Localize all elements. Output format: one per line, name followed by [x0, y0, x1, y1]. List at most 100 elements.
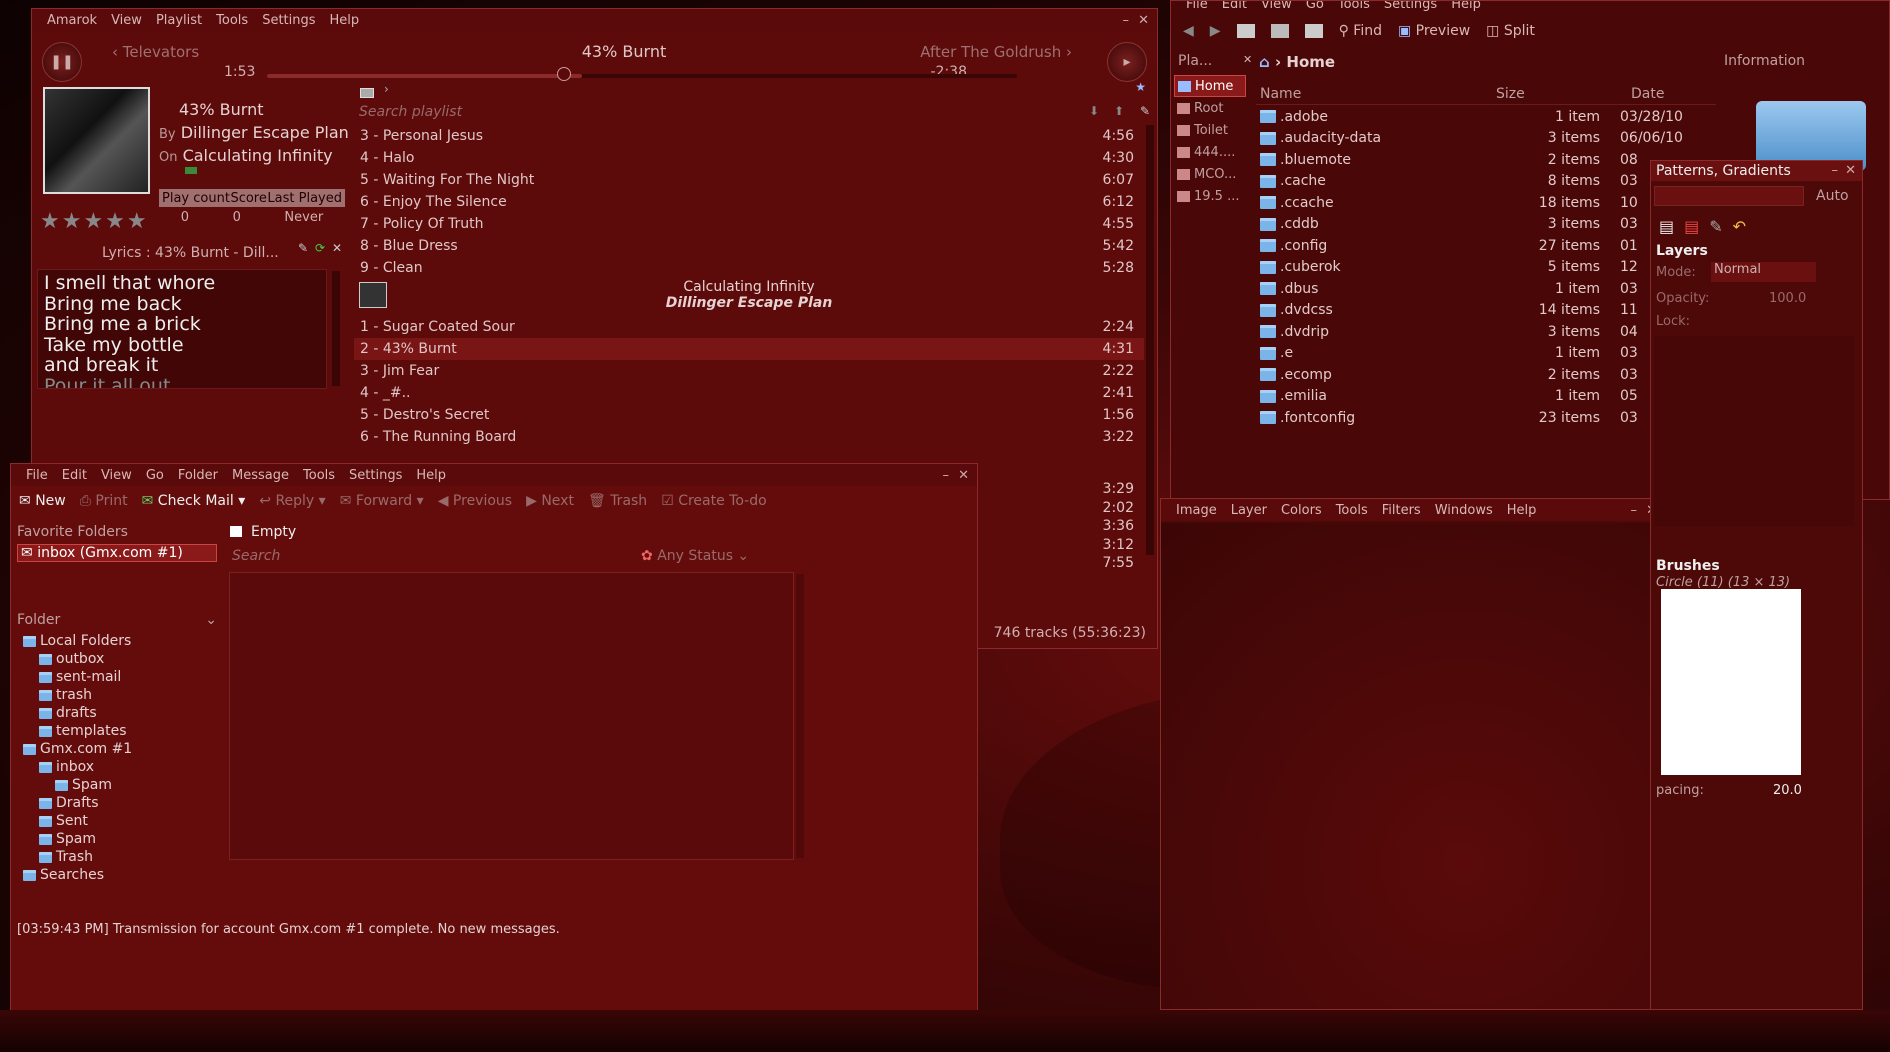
folder-tree-item[interactable]: Spam [17, 776, 217, 794]
image-select[interactable] [1654, 186, 1804, 206]
message-search-input[interactable]: Search [229, 548, 634, 568]
breadcrumb[interactable]: ⌂ › Home [1259, 53, 1335, 71]
brush-grid[interactable] [1661, 589, 1801, 775]
menu-view[interactable]: View [104, 13, 149, 28]
folder-tree-item[interactable]: Local Folders [17, 632, 217, 650]
back-icon[interactable]: ◀ [1183, 23, 1194, 39]
split-button[interactable]: ◫ Split [1486, 23, 1535, 39]
folder-tree-item[interactable]: Gmx.com #1 [17, 740, 217, 758]
folder-tree-item[interactable]: Drafts [17, 794, 217, 812]
fm-menu-file[interactable]: File [1179, 1, 1215, 12]
paths-tab-icon[interactable]: ✎ [1709, 217, 1722, 236]
menu-help[interactable]: Help [323, 13, 367, 28]
edit-icon[interactable]: ✎ [298, 241, 308, 255]
find-button[interactable]: ⚲ Find [1339, 23, 1382, 39]
playlist-row[interactable]: 3 - Personal Jesus 4:56 [354, 125, 1144, 147]
playlist-row[interactable]: 5 - Destro's Secret 1:56 [354, 404, 1144, 426]
reply-button[interactable]: ↩ Reply ▾ [259, 493, 325, 509]
play-pause-button[interactable]: ❚❚ [42, 42, 82, 82]
folder-tree-item[interactable]: Trash [17, 848, 217, 866]
playlist-row[interactable]: 8 - Blue Dress 5:42 [354, 235, 1144, 257]
file-row[interactable]: .emilia 1 item 05 [1256, 386, 1716, 407]
playlist-row[interactable]: 6 - The Running Board 3:22 [354, 426, 1144, 448]
layers-tab-icon[interactable]: ▤ [1659, 217, 1674, 236]
menu-playlist[interactable]: Playlist [149, 13, 209, 28]
layer-list[interactable] [1654, 336, 1854, 526]
file-row[interactable]: .audacity-data 3 items 06/06/10 [1256, 128, 1716, 149]
file-row[interactable]: .cuberok 5 items 12 [1256, 257, 1716, 278]
spacing-value[interactable]: 20.0 [1773, 783, 1802, 798]
km-menu-view[interactable]: View [94, 468, 139, 483]
star-icon[interactable]: ★ [1135, 80, 1146, 94]
prev-track-link[interactable]: ‹ Televators [112, 43, 199, 61]
place-item[interactable]: MCO... [1174, 163, 1246, 185]
dock-minimize-icon[interactable]: – [1832, 163, 1839, 178]
file-row[interactable]: .dbus 1 item 03 [1256, 278, 1716, 299]
kmail-minimize-icon[interactable]: – [943, 468, 950, 483]
gimp-menu-image[interactable]: Image [1169, 503, 1224, 518]
message-list[interactable] [229, 572, 794, 860]
menu-tools[interactable]: Tools [209, 13, 255, 28]
playlist-layout-icon[interactable] [360, 88, 374, 98]
previous-button[interactable]: ◀ Previous [438, 493, 512, 509]
playlist-row[interactable]: 5 - Waiting For The Night 6:07 [354, 169, 1144, 191]
gimp-canvas-empty[interactable] [1161, 523, 1665, 1009]
gimp-menu-colors[interactable]: Colors [1274, 503, 1329, 518]
folder-tree-item[interactable]: Spam [17, 830, 217, 848]
folder-tree-item[interactable]: trash [17, 686, 217, 704]
fm-menu-settings[interactable]: Settings [1377, 1, 1444, 12]
file-row[interactable]: .dvdcss 14 items 11 [1256, 300, 1716, 321]
status-filter-select[interactable]: ✿ Any Status ⌄ [636, 548, 776, 568]
place-item[interactable]: Home [1174, 75, 1246, 97]
next-message-button[interactable]: ▶ Next [526, 493, 574, 509]
file-row[interactable]: .fontconfig 23 items 03 [1256, 407, 1716, 428]
playlist-row[interactable]: 6 - Enjoy The Silence 6:12 [354, 191, 1144, 213]
arrow-down-icon[interactable]: ⬇ [1089, 104, 1099, 118]
fm-menu-view[interactable]: View [1254, 1, 1299, 12]
km-menu-tools[interactable]: Tools [296, 468, 342, 483]
new-button[interactable]: ✉ New [19, 493, 66, 509]
gimp-menu-help[interactable]: Help [1500, 503, 1544, 518]
file-row[interactable]: .cddb 3 items 03 [1256, 214, 1716, 235]
km-menu-settings[interactable]: Settings [342, 468, 409, 483]
gimp-menu-layer[interactable]: Layer [1224, 503, 1274, 518]
rating-stars[interactable]: ★★★★★ [40, 209, 149, 234]
check-mail-button[interactable]: ✉ Check Mail ▾ [142, 493, 246, 509]
playlist-row[interactable]: 1 - Sugar Coated Sour 2:24 [354, 316, 1144, 338]
playlist-row[interactable]: 7 - Policy Of Truth 4:55 [354, 213, 1144, 235]
gimp-menu-filters[interactable]: Filters [1375, 503, 1428, 518]
km-menu-go[interactable]: Go [139, 468, 171, 483]
arrow-up-icon[interactable]: ⬆ [1114, 104, 1124, 118]
create-todo-button[interactable]: ☑ Create To-do [661, 493, 767, 509]
folder-tree-item[interactable]: outbox [17, 650, 217, 668]
place-item[interactable]: Toilet [1174, 119, 1246, 141]
places-close-icon[interactable]: ✕ [1243, 53, 1252, 66]
file-row[interactable]: .dvdrip 3 items 04 [1256, 321, 1716, 342]
preview-button[interactable]: ▣ Preview [1398, 23, 1470, 39]
auto-button[interactable]: Auto [1816, 188, 1849, 204]
folder-tree-item[interactable]: templates [17, 722, 217, 740]
folder-tree-item[interactable]: Searches [17, 866, 217, 884]
dock-close-icon[interactable]: ✕ [1845, 163, 1856, 178]
file-row[interactable]: .config 27 items 01 [1256, 235, 1716, 256]
playlist-row[interactable]: 2 - 43% Burnt 4:31 [354, 338, 1144, 360]
fm-menu-tools[interactable]: Tools [1331, 1, 1377, 12]
folder-selector[interactable]: Folder ⌄ [17, 612, 217, 630]
print-button[interactable]: ⎙ Print [80, 493, 128, 509]
lyrics-scrollbar[interactable] [332, 271, 340, 386]
playlist-row[interactable]: 4 - Halo 4:30 [354, 147, 1144, 169]
message-list-scrollbar[interactable] [796, 574, 804, 858]
details-view-icon[interactable] [1270, 24, 1289, 38]
forward-button[interactable]: ✉ Forward ▾ [340, 493, 424, 509]
opacity-value[interactable]: 100.0 [1769, 291, 1806, 306]
fm-menu-help[interactable]: Help [1444, 1, 1488, 12]
columns-view-icon[interactable] [1304, 24, 1323, 38]
fm-menu-edit[interactable]: Edit [1215, 1, 1254, 12]
col-date[interactable]: Date [1611, 86, 1701, 102]
favorite-inbox[interactable]: ✉ inbox (Gmx.com #1) [17, 544, 217, 562]
playlist-scrollbar[interactable] [1146, 125, 1154, 555]
forward-icon[interactable]: ▶ [1210, 23, 1221, 39]
file-row[interactable]: .bluemote 2 items 08 [1256, 149, 1716, 170]
playlist-row[interactable]: 3 - Jim Fear 2:22 [354, 360, 1144, 382]
channels-tab-icon[interactable]: ▤ [1684, 217, 1699, 236]
